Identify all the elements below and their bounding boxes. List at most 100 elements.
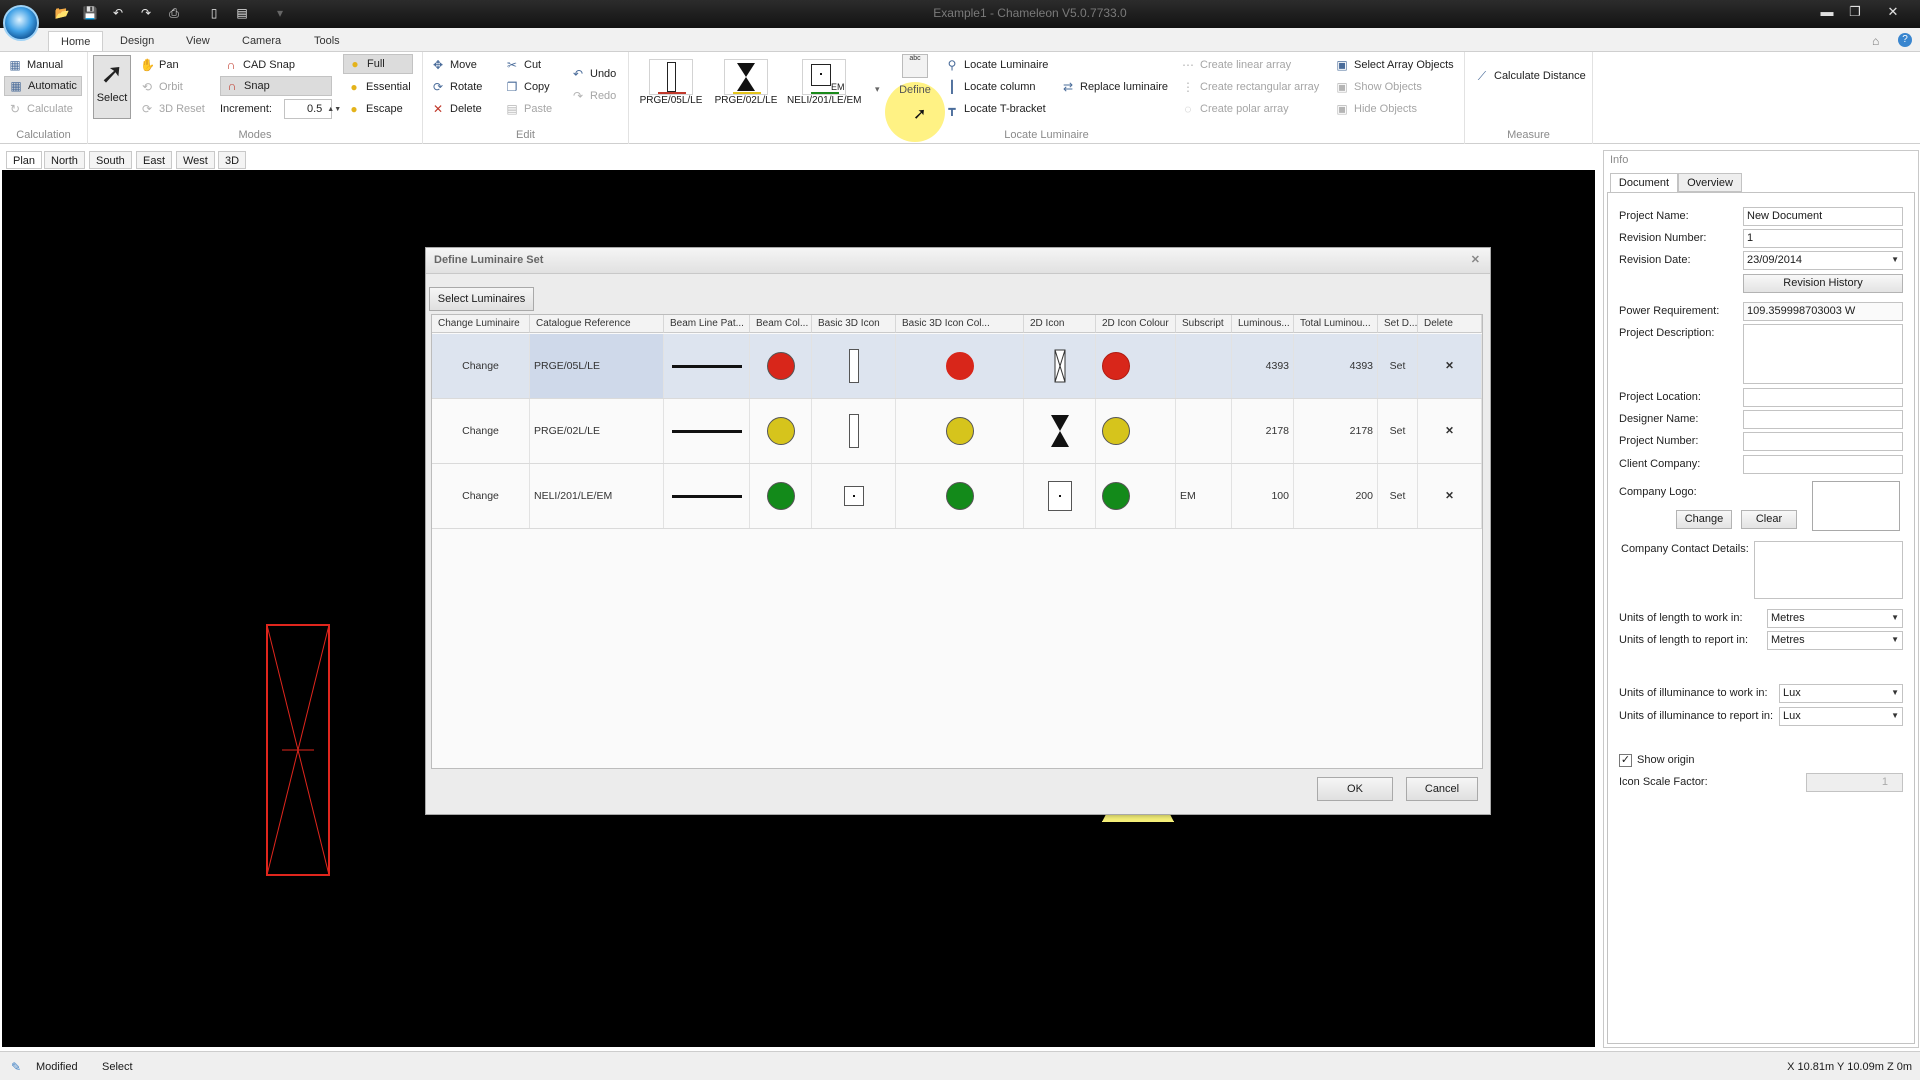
revision-history-button[interactable]: Revision History: [1743, 274, 1903, 293]
basic-3d-icon-colour[interactable]: [896, 399, 1024, 463]
essential-button[interactable]: ● Essential: [347, 77, 410, 97]
locate-tbracket-button[interactable]: ┳ Locate T-bracket: [945, 99, 1045, 119]
create-polar-array-button[interactable]: ◌ Create polar array: [1181, 99, 1288, 119]
column-header[interactable]: Catalogue Reference: [530, 315, 664, 333]
orbit-button[interactable]: ⟲ Orbit: [140, 77, 183, 97]
2d-icon-colour[interactable]: [1096, 334, 1176, 398]
define-button[interactable]: abc Define ➚: [885, 54, 945, 142]
locate-column-button[interactable]: ┃ Locate column: [945, 77, 1035, 97]
column-header[interactable]: 2D Icon Colour: [1096, 315, 1176, 333]
set-default-button[interactable]: Set: [1378, 334, 1418, 398]
new-document-icon[interactable]: ▯: [206, 6, 222, 21]
change-luminaire-button[interactable]: Change: [432, 399, 530, 463]
column-header[interactable]: 2D Icon: [1024, 315, 1096, 333]
automatic-button[interactable]: ▦ Automatic: [4, 76, 82, 96]
beam-line-pattern[interactable]: [664, 464, 750, 528]
set-default-button[interactable]: Set: [1378, 399, 1418, 463]
tab-south[interactable]: South: [89, 151, 132, 169]
column-header[interactable]: Basic 3D Icon Col...: [896, 315, 1024, 333]
change-luminaire-button[interactable]: Change: [432, 334, 530, 398]
redo-icon[interactable]: ↷: [138, 6, 154, 21]
column-header[interactable]: Luminous...: [1232, 315, 1294, 333]
tab-home[interactable]: Home: [48, 31, 104, 52]
tab-west[interactable]: West: [176, 151, 215, 169]
subscript-cell[interactable]: [1176, 334, 1232, 398]
help-icon[interactable]: ?: [1898, 33, 1912, 47]
tab-plan[interactable]: Plan: [6, 151, 43, 169]
2d-icon[interactable]: [1024, 464, 1096, 528]
delete-row-icon[interactable]: ✕: [1418, 464, 1482, 528]
minimize-icon[interactable]: ▬: [1816, 2, 1838, 22]
paste-button[interactable]: ▤ Paste: [505, 99, 552, 119]
full-button[interactable]: ● Full: [343, 54, 413, 74]
designer-name-field[interactable]: [1743, 410, 1903, 429]
hide-objects-button[interactable]: ▣ Hide Objects: [1335, 99, 1417, 119]
show-objects-button[interactable]: ▣ Show Objects: [1335, 77, 1422, 97]
dialog-close-icon[interactable]: ✕: [1471, 253, 1480, 266]
luminaire-red-plan-symbol[interactable]: [266, 624, 332, 878]
pan-button[interactable]: ✋ Pan: [140, 55, 179, 75]
tab-design[interactable]: Design: [108, 31, 166, 52]
cad-snap-button[interactable]: ∩ CAD Snap: [224, 55, 295, 75]
basic-3d-icon[interactable]: [812, 399, 896, 463]
cancel-button[interactable]: Cancel: [1406, 777, 1478, 801]
manual-button[interactable]: ▦ Manual: [8, 55, 63, 75]
undo-icon[interactable]: ↶: [110, 6, 126, 21]
2d-icon-colour[interactable]: [1096, 399, 1176, 463]
project-name-field[interactable]: New Document: [1743, 207, 1903, 226]
tab-tools[interactable]: Tools: [302, 31, 352, 52]
icon-scale-factor-stepper[interactable]: 1: [1806, 773, 1903, 792]
escape-button[interactable]: ● Escape: [347, 99, 402, 119]
tab-overview[interactable]: Overview: [1678, 173, 1742, 192]
subscript-cell[interactable]: EM: [1176, 464, 1232, 528]
beam-colour-swatch[interactable]: [750, 464, 812, 528]
column-header[interactable]: Change Luminaire: [432, 315, 530, 333]
column-header[interactable]: Basic 3D Icon: [812, 315, 896, 333]
delete-row-icon[interactable]: ✕: [1418, 399, 1482, 463]
select-luminaires-button[interactable]: Select Luminaires: [429, 287, 534, 311]
rotate-button[interactable]: ⟳ Rotate: [431, 77, 482, 97]
illuminance-report-units-select[interactable]: Lux: [1779, 707, 1903, 726]
column-header[interactable]: Subscript: [1176, 315, 1232, 333]
ok-button[interactable]: OK: [1317, 777, 1393, 801]
length-work-units-select[interactable]: Metres: [1767, 609, 1903, 628]
table-row[interactable]: Change NELI/201/LE/EM EM 100 200 Set ✕: [432, 464, 1482, 529]
basic-3d-icon-colour[interactable]: [896, 464, 1024, 528]
create-rectangular-array-button[interactable]: ⋮ Create rectangular array: [1181, 77, 1319, 97]
illuminance-work-units-select[interactable]: Lux: [1779, 684, 1903, 703]
show-origin-checkbox[interactable]: ✓: [1619, 754, 1632, 767]
tab-view[interactable]: View: [174, 31, 222, 52]
increment-stepper[interactable]: 0.5 ▲▼: [284, 99, 341, 119]
project-description-field[interactable]: [1743, 324, 1903, 384]
cut-button[interactable]: ✂ Cut: [505, 55, 541, 75]
undo-button[interactable]: ↶ Undo: [571, 64, 616, 84]
luminaire-gallery-item[interactable]: EM NELI/201/LE/EM: [787, 59, 861, 109]
move-button[interactable]: ✥ Move: [431, 55, 477, 75]
ribbon-minimize-icon[interactable]: ⌂: [1872, 34, 1879, 48]
restore-icon[interactable]: ❐: [1844, 2, 1866, 22]
select-array-objects-button[interactable]: ▣ Select Array Objects: [1335, 55, 1453, 75]
change-luminaire-button[interactable]: Change: [432, 464, 530, 528]
tab-3d[interactable]: 3D: [218, 151, 247, 169]
revision-date-picker[interactable]: 23/09/2014: [1743, 251, 1903, 270]
column-header[interactable]: Beam Line Pat...: [664, 315, 750, 333]
project-number-field[interactable]: [1743, 432, 1903, 451]
tab-north[interactable]: North: [44, 151, 85, 169]
beam-colour-swatch[interactable]: [750, 334, 812, 398]
close-icon[interactable]: ✕: [1882, 2, 1904, 22]
column-header[interactable]: Delete: [1418, 315, 1482, 333]
snap-button[interactable]: ∩ Snap: [220, 76, 332, 96]
beam-colour-swatch[interactable]: [750, 399, 812, 463]
2d-icon-colour[interactable]: [1096, 464, 1176, 528]
locate-luminaire-button[interactable]: ⚲ Locate Luminaire: [945, 55, 1049, 75]
report-icon[interactable]: ▤: [234, 6, 250, 21]
subscript-cell[interactable]: [1176, 399, 1232, 463]
2d-icon[interactable]: [1024, 399, 1096, 463]
luminaire-gallery-item[interactable]: PRGE/02L/LE: [712, 59, 780, 109]
gallery-more-icon[interactable]: ▾: [875, 84, 880, 95]
replace-luminaire-button[interactable]: ⇄ Replace luminaire: [1061, 77, 1168, 97]
copy-button[interactable]: ❐ Copy: [505, 77, 550, 97]
logo-change-button[interactable]: Change: [1676, 510, 1732, 529]
column-header[interactable]: Beam Col...: [750, 315, 812, 333]
length-report-units-select[interactable]: Metres: [1767, 631, 1903, 650]
